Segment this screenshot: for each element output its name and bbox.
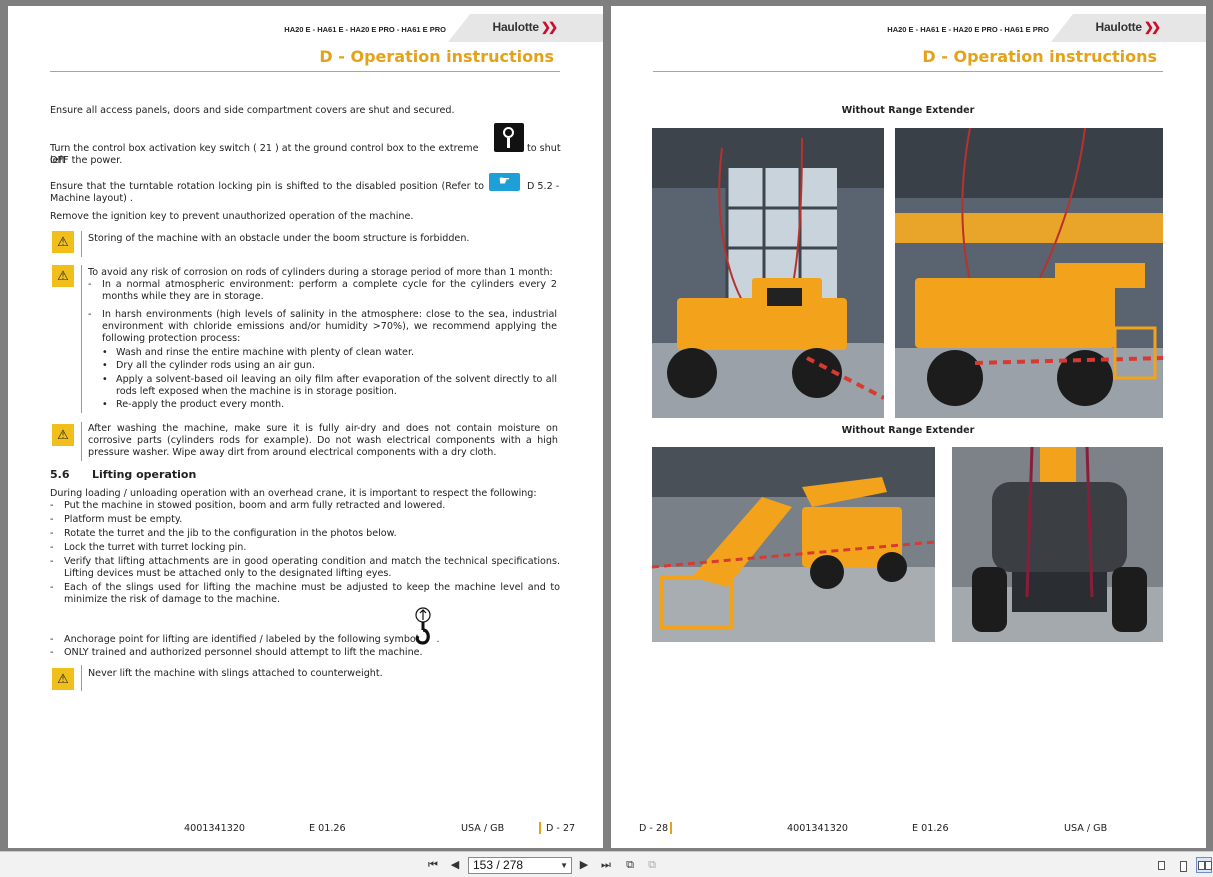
list-item: - Put the machine in stowed position, boo…: [50, 500, 446, 511]
footer-region: USA / GB: [1064, 823, 1108, 834]
warning-icon: ⚠: [52, 231, 74, 253]
paragraph-panels: Ensure all access panels, doors and side…: [50, 105, 455, 116]
continuous-view-icon[interactable]: [1175, 857, 1191, 873]
footer-page-number: D - 27: [546, 823, 576, 834]
paragraph-locking-pin: Ensure that the turntable rotation locki…: [50, 181, 484, 192]
footer-accent-bar: [670, 822, 672, 834]
list-item: • Wash and rinse the entire machine with …: [102, 347, 415, 358]
section-title: D - Operation instructions: [319, 47, 554, 66]
last-page-icon[interactable]: ⏭: [598, 858, 614, 872]
lifting-list: During loading / unloading operation wit…: [50, 488, 560, 605]
previous-page-icon[interactable]: ◀: [447, 858, 463, 872]
warning-washing: ⚠ After washing the machine, make sure i…: [50, 422, 560, 461]
next-page-icon[interactable]: ▶: [576, 858, 592, 872]
brand-logo: Haulotte ❯❯: [1095, 20, 1161, 34]
first-page-icon[interactable]: ⏮: [425, 858, 441, 872]
logo-chevron-icon: ❯❯: [540, 20, 558, 34]
back-view-icon[interactable]: ⧉: [622, 858, 638, 872]
list-item: - Lock the turret with turret locking pin…: [50, 542, 247, 553]
page-right: HA20 E - HA61 E - HA20 E PRO - HA61 E PR…: [611, 6, 1206, 848]
logo-chevron-icon: ❯❯: [1143, 20, 1161, 34]
list-item: - Rotate the turret and the jib to the co…: [50, 528, 397, 539]
reference-hand-icon[interactable]: ☛: [489, 173, 520, 191]
list-item: • Re-apply the product every month.: [102, 399, 285, 410]
warning-obstacle: ⚠ Storing of the machine with an obstacl…: [50, 231, 560, 257]
footer-region: USA / GB: [461, 823, 505, 834]
page-number-input[interactable]: 153 / 278 ▼: [468, 857, 572, 874]
photo-caption-1: Without Range Extender: [841, 105, 975, 116]
photo-lift-boom-view: [652, 447, 935, 642]
brand-logo: Haulotte ❯❯: [492, 20, 558, 34]
warning-icon: ⚠: [52, 265, 74, 287]
photo-caption-2: Without Range Extender: [841, 425, 975, 436]
two-page-view-icon[interactable]: [1196, 857, 1212, 873]
lifting-hook-icon: [415, 607, 431, 645]
forward-view-icon[interactable]: ⧉: [644, 858, 660, 872]
section-title: D - Operation instructions: [922, 47, 1157, 66]
list-item: - In a normal atmospheric environment: pe…: [88, 279, 557, 302]
section-heading-5-6: 5.6 Lifting operation: [50, 468, 197, 481]
footer-revision: E 01.26: [309, 823, 346, 834]
warning-corrosion: ⚠ To avoid any risk of corrosion on rods…: [50, 265, 560, 413]
photo-lift-side-right: [895, 128, 1163, 418]
paragraph-key-switch-2: OFF the power.: [50, 155, 123, 166]
chevron-down-icon: ▼: [560, 861, 568, 870]
photo-lift-side-left: [652, 128, 884, 418]
key-switch-icon: [494, 123, 524, 152]
footer-page-number: D - 28: [639, 823, 669, 834]
footer-doc-number: 4001341320: [184, 823, 246, 834]
warning-icon: ⚠: [52, 424, 74, 446]
paragraph-locking-pin-2: Machine layout) .: [50, 193, 133, 204]
list-item: • Apply a solvent-based oil leaving an oi…: [102, 374, 557, 397]
list-item: - Platform must be empty.: [50, 514, 183, 525]
header-models: HA20 E - HA61 E - HA20 E PRO - HA61 E PR…: [887, 25, 1049, 34]
list-item: - Anchorage point for lifting are identif…: [50, 634, 440, 658]
paragraph-ref-link[interactable]: D 5.2 -: [527, 181, 567, 193]
paragraph-ignition: Remove the ignition key to prevent unaut…: [50, 211, 414, 222]
list-item: • Dry all the cylinder rods using an air …: [102, 360, 316, 371]
warning-counterweight: ⚠ Never lift the machine with slings att…: [50, 665, 560, 691]
title-rule: [50, 71, 560, 72]
single-page-view-icon[interactable]: [1153, 857, 1169, 873]
list-item: - Verify that lifting attachments are in …: [50, 556, 560, 579]
footer-revision: E 01.26: [912, 823, 949, 834]
footer-doc-number: 4001341320: [787, 823, 849, 834]
viewer-toolbar: ⏮ ◀ 153 / 278 ▼ ▶ ⏭ ⧉ ⧉: [0, 851, 1213, 877]
photo-lift-rear-view: [952, 447, 1163, 642]
footer-accent-bar: [539, 822, 541, 834]
warning-icon: ⚠: [52, 668, 74, 690]
title-rule: [653, 71, 1163, 72]
list-item: - Each of the slings used for lifting the…: [50, 582, 560, 605]
paragraph-key-switch-end: to shut: [527, 143, 561, 154]
list-item: - In harsh environments (high levels of s…: [88, 309, 557, 344]
header-models: HA20 E - HA61 E - HA20 E PRO - HA61 E PR…: [284, 25, 446, 34]
page-left: HA20 E - HA61 E - HA20 E PRO - HA61 E PR…: [8, 6, 603, 848]
